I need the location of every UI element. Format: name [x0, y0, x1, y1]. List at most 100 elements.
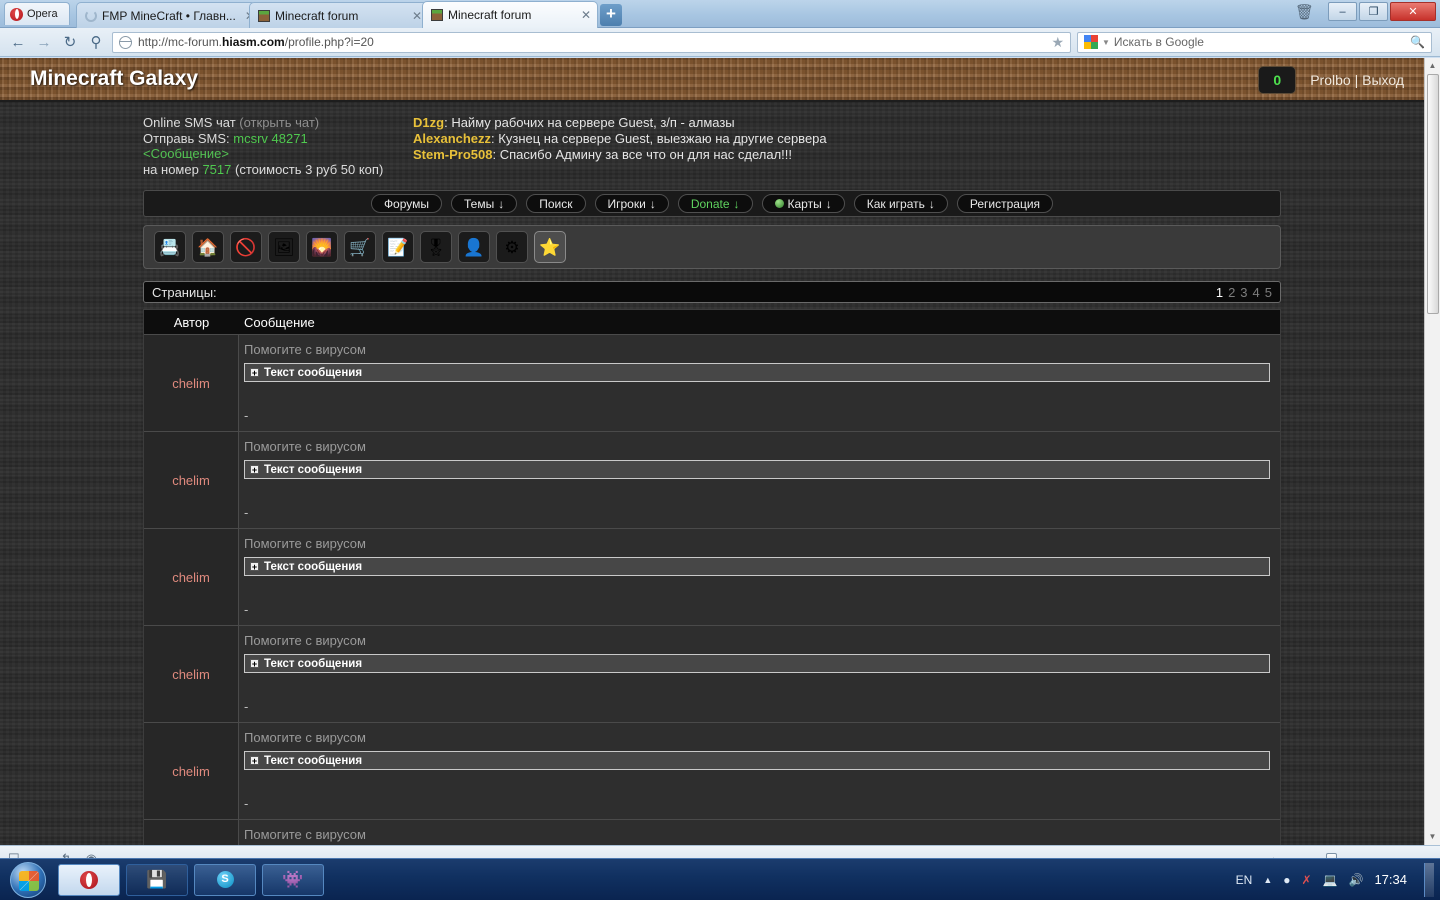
post-author-link[interactable]: chelim — [144, 723, 239, 819]
edit-note-icon[interactable]: 📝 — [382, 231, 414, 263]
nav-item-forums[interactable]: Форумы — [370, 194, 443, 213]
post-author-link[interactable]: chelim — [144, 335, 239, 431]
open-chat-link[interactable]: (открыть чат) — [239, 115, 319, 130]
nav-item-registration[interactable]: Регистрация — [956, 194, 1054, 213]
save-disk-icon[interactable]: 💾 — [126, 863, 188, 896]
minimize-button[interactable]: – — [1328, 2, 1357, 21]
spoiler-toggle[interactable]: + Текст сообщения — [244, 363, 1270, 382]
user-avatar-icon[interactable]: 👤 — [458, 231, 490, 263]
search-input[interactable]: ▼ Искать в Google 🔍 — [1077, 31, 1432, 53]
sms-info: Online SMS чат (открыть чат) Отправь SMS… — [143, 115, 403, 177]
icon-glyph: 🌄 — [311, 237, 333, 257]
usb-icon[interactable]: ● — [1283, 873, 1290, 887]
page-link-3[interactable]: 3 — [1240, 285, 1247, 300]
medal-icon[interactable]: 🎖 — [420, 231, 452, 263]
back-icon[interactable]: ← — [8, 34, 28, 51]
spoiler-label: Текст сообщения — [264, 560, 363, 573]
spoiler-toggle[interactable]: + Текст сообщения — [244, 654, 1270, 673]
spoiler-toggle[interactable]: + Текст сообщения — [244, 557, 1270, 576]
forward-icon[interactable]: → — [34, 34, 54, 51]
post-author-link[interactable]: balance — [144, 820, 239, 845]
network-icon[interactable]: 💻 — [1323, 873, 1338, 887]
pagination-bar: Страницы: 1 2 3 4 5 — [143, 281, 1281, 303]
post-footer: - — [244, 699, 249, 714]
post-author-link[interactable]: chelim — [144, 529, 239, 625]
page-link-5[interactable]: 5 — [1265, 285, 1272, 300]
message-counter[interactable]: 0 — [1258, 66, 1297, 94]
chat-text: Найму рабочих на сервере Guest, з/п - ал… — [451, 115, 735, 130]
close-icon[interactable]: ✕ — [412, 9, 422, 23]
post-subject[interactable]: Помогите с вирусом — [244, 730, 1270, 745]
volume-icon[interactable]: 🔊 — [1349, 873, 1364, 887]
tab-title: FMP MineCraft • Главн... — [102, 8, 236, 23]
expand-icon: + — [250, 562, 259, 572]
tray-expand-icon[interactable]: ▲ — [1263, 875, 1272, 885]
post-subject[interactable]: Помогите с вирусом — [244, 633, 1270, 648]
nav-item-maps[interactable]: Карты ↓ — [761, 194, 845, 213]
bookmark-star-icon[interactable]: ★ — [1051, 34, 1064, 51]
post-author-link[interactable]: chelim — [144, 432, 239, 528]
page-link-4[interactable]: 4 — [1253, 285, 1260, 300]
close-icon[interactable]: ✕ — [581, 8, 591, 22]
show-desktop-button[interactable] — [1424, 862, 1434, 897]
table-row: chelim Помогите с вирусом + Текст сообще… — [144, 722, 1280, 819]
nav-item-players[interactable]: Игроки ↓ — [594, 194, 669, 213]
nav-item-how-to-play[interactable]: Как играть ↓ — [853, 194, 948, 213]
star-icon[interactable]: ⭐ — [534, 231, 566, 263]
antivirus-icon[interactable]: ✗ — [1301, 873, 1311, 887]
chat-nick[interactable]: D1zg — [413, 115, 444, 130]
tab-minecraft-forum-1[interactable]: Minecraft forum ✕ — [249, 2, 429, 28]
picture-frame-icon[interactable]: 🖼 — [268, 231, 300, 263]
opera-menu-button[interactable]: Opera — [4, 2, 70, 25]
url-input[interactable]: http://mc-forum.hiasm.com/profile.php?i=… — [112, 31, 1071, 53]
user-links: Prolbo | Выход — [1310, 72, 1404, 88]
scroll-up-icon[interactable]: ▲ — [1425, 58, 1440, 74]
ban-icon[interactable]: 🚫 — [230, 231, 262, 263]
gear-icon[interactable]: ⚙ — [496, 231, 528, 263]
user-name[interactable]: Prolbo — [1310, 72, 1350, 88]
key-icon[interactable]: ⚲ — [86, 33, 106, 51]
chat-nick[interactable]: Alexanchezz — [413, 131, 491, 146]
scrollbar-thumb[interactable] — [1427, 74, 1439, 314]
chevron-down-icon: ↓ — [928, 196, 935, 211]
shopping-cart-icon[interactable]: 🛒 — [344, 231, 376, 263]
tab-title: Minecraft forum — [275, 8, 359, 23]
spoiler-toggle[interactable]: + Текст сообщения — [244, 460, 1270, 479]
scroll-down-icon[interactable]: ▼ — [1425, 829, 1440, 845]
minecraft-icon[interactable]: 👾 — [262, 863, 324, 896]
post-subject[interactable]: Помогите с вирусом — [244, 536, 1270, 551]
clock[interactable]: 17:34 — [1374, 872, 1407, 887]
profile-card-icon[interactable]: 📇 — [154, 231, 186, 263]
trash-icon[interactable]: 🗑 — [1295, 3, 1314, 21]
skype-icon[interactable]: S — [194, 863, 256, 896]
chat-nick[interactable]: Stem-Pro508 — [413, 147, 492, 162]
language-indicator[interactable]: EN — [1236, 873, 1253, 887]
nav-item-search[interactable]: Поиск — [526, 194, 586, 213]
photo-icon[interactable]: 🌄 — [306, 231, 338, 263]
maximize-button[interactable]: ❐ — [1359, 2, 1388, 21]
post-subject[interactable]: Помогите с вирусом — [244, 827, 1270, 842]
tab-fmp-minecraft[interactable]: FMP MineCraft • Главн... ✕ — [76, 2, 256, 28]
sms-line-4: на номер 7517 (стоимость 3 руб 50 коп) — [143, 162, 403, 178]
tab-minecraft-forum-2[interactable]: Minecraft forum ✕ — [422, 1, 598, 28]
spoiler-toggle[interactable]: + Текст сообщения — [244, 751, 1270, 770]
new-tab-button[interactable]: + — [600, 4, 622, 26]
post-author-link[interactable]: chelim — [144, 626, 239, 722]
page-link-2[interactable]: 2 — [1228, 285, 1235, 300]
logout-link[interactable]: Выход — [1362, 72, 1404, 88]
sms-number-label: на номер — [143, 161, 199, 177]
opera-taskbar-icon[interactable] — [58, 863, 120, 896]
chevron-down-icon[interactable]: ▼ — [1102, 38, 1110, 47]
search-icon[interactable]: 🔍 — [1410, 35, 1425, 49]
page-scrollbar[interactable]: ▲ ▼ — [1424, 58, 1440, 845]
post-subject[interactable]: Помогите с вирусом — [244, 439, 1270, 454]
close-window-button[interactable]: ✕ — [1390, 2, 1436, 21]
reload-icon[interactable]: ↻ — [60, 33, 80, 51]
nav-item-topics[interactable]: Темы ↓ — [451, 194, 518, 213]
page-link-1[interactable]: 1 — [1216, 285, 1223, 300]
nav-item-donate[interactable]: Donate ↓ — [677, 194, 753, 213]
post-subject[interactable]: Помогите с вирусом — [244, 342, 1270, 357]
start-orb-icon[interactable] — [4, 861, 52, 899]
chat-message: D1zg: Найму рабочих на сервере Guest, з/… — [413, 115, 827, 131]
home-icon[interactable]: 🏠 — [192, 231, 224, 263]
